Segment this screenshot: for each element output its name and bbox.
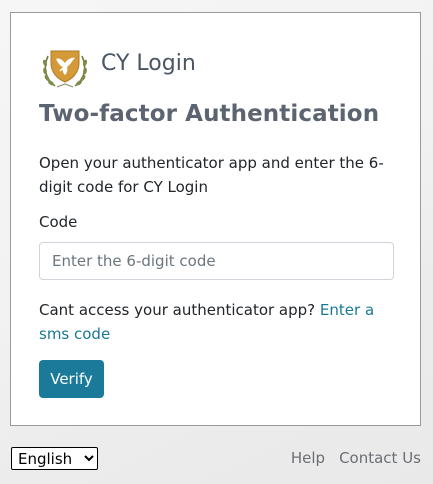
footer-links: Help Contact Us	[291, 449, 421, 467]
code-label: Code	[39, 213, 78, 231]
cyprus-coat-of-arms-icon	[42, 50, 88, 88]
help-line: Cant access your authenticator app? Ente…	[39, 298, 394, 346]
help-text: Cant access your authenticator app?	[39, 301, 316, 319]
page-title: Two-factor Authentication	[39, 101, 380, 127]
instructions-text: Open your authenticator app and enter th…	[39, 154, 384, 196]
language-select[interactable]: English	[11, 447, 98, 470]
brand-header: CY Login	[39, 41, 196, 93]
help-link[interactable]: Help	[291, 449, 325, 467]
code-input[interactable]	[39, 242, 394, 280]
contact-us-link[interactable]: Contact Us	[339, 449, 421, 467]
verify-button[interactable]: Verify	[39, 360, 104, 398]
brand-name: CY Login	[101, 50, 196, 76]
login-card: CY Login Two-factor Authentication Open …	[10, 12, 421, 426]
